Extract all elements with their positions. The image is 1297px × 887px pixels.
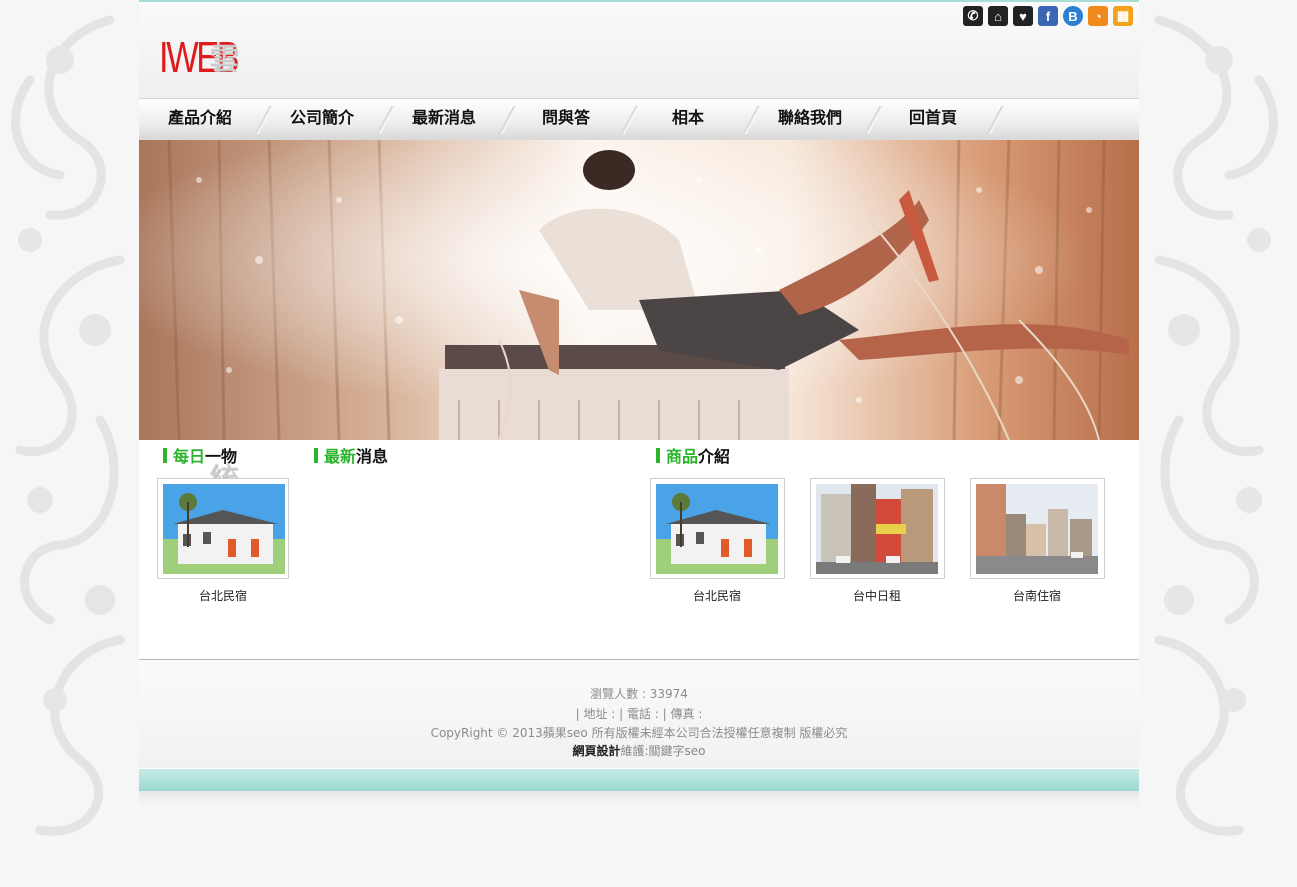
- section-title-text: 一物: [205, 447, 238, 466]
- heart-icon[interactable]: ♥: [1013, 6, 1033, 26]
- product-thumbnail[interactable]: [650, 478, 785, 579]
- home-icon[interactable]: ⌂: [988, 6, 1008, 26]
- product-thumbnail[interactable]: [810, 478, 945, 579]
- section-title-daily: 每日一物: [163, 443, 237, 467]
- maintenance-text: 維護:關鍵字seo: [620, 744, 706, 758]
- site-header: IWEB 雲端主機管理系統 ✆ ⌂ ♥ f B ◔ ▦: [139, 0, 1139, 497]
- house-photo: [163, 484, 285, 574]
- hero-banner-image: [139, 140, 1139, 440]
- section-title-highlight: 商品: [666, 447, 699, 466]
- nav-item-products[interactable]: 產品介紹: [139, 99, 261, 139]
- page-container: IWEB 雲端主機管理系統 ✆ ⌂ ♥ f B ◔ ▦ 產品介紹 公司簡介 最新…: [139, 0, 1139, 887]
- section-marker: [163, 448, 167, 463]
- house-photo: [656, 484, 778, 574]
- left-flourish-panel: [0, 0, 139, 887]
- nav-item-news[interactable]: 最新消息: [383, 99, 505, 139]
- daily-item-caption[interactable]: 台北民宿: [156, 587, 290, 604]
- section-title-highlight: 每日: [173, 447, 206, 466]
- site-footer: 瀏覽人數 : 33974 | 地址 : | 電話 : | 傳真 : CopyRi…: [139, 659, 1139, 768]
- social-icons: ✆ ⌂ ♥ f B ◔ ▦: [963, 6, 1133, 26]
- hero-banner: [139, 140, 1139, 440]
- section-title-news: 最新消息: [314, 443, 388, 467]
- flourish-ornament-right: [1139, 0, 1297, 887]
- flourish-ornament-left: [0, 0, 139, 887]
- phone-icon[interactable]: ✆: [963, 6, 983, 26]
- nav-item-contact[interactable]: 聯絡我們: [749, 99, 871, 139]
- nav-item-album[interactable]: 相本: [627, 99, 749, 139]
- product-caption[interactable]: 台南住宿: [970, 587, 1104, 604]
- street-photo: [976, 484, 1098, 574]
- page-lower-area: [139, 805, 1139, 887]
- bottom-shadow: [139, 791, 1139, 805]
- product-caption[interactable]: 台北民宿: [650, 587, 784, 604]
- blogger-icon[interactable]: B: [1063, 6, 1083, 26]
- bottom-color-band: [139, 769, 1139, 791]
- product-caption[interactable]: 台中日租: [810, 587, 944, 604]
- nav-item-about[interactable]: 公司簡介: [261, 99, 383, 139]
- copyright-text: CopyRight © 2013蘋果seo 所有版權未經本公司合法授權任意複制 …: [430, 726, 848, 740]
- street-photo: [816, 484, 938, 574]
- section-marker: [314, 448, 318, 463]
- section-title-highlight: 最新: [324, 447, 357, 466]
- main-nav: 產品介紹 公司簡介 最新消息 問與答 相本 聯絡我們 回首頁: [139, 98, 1139, 140]
- product-thumbnail[interactable]: [970, 478, 1105, 579]
- nav-item-faq[interactable]: 問與答: [505, 99, 627, 139]
- daily-item-thumbnail[interactable]: [157, 478, 289, 579]
- design-credit: 網頁設計維護:關鍵字seo: [139, 742, 1139, 759]
- section-marker: [656, 448, 660, 463]
- section-title-products: 商品介紹: [656, 443, 730, 467]
- nav-item-home[interactable]: 回首頁: [872, 99, 994, 139]
- right-flourish-panel: [1139, 0, 1297, 887]
- facebook-icon[interactable]: f: [1038, 6, 1058, 26]
- rss-icon[interactable]: ◔: [1088, 6, 1108, 26]
- visitor-counter: 瀏覽人數 : 33974: [590, 687, 688, 701]
- section-title-text: 消息: [356, 447, 389, 466]
- section-title-text: 介紹: [698, 447, 731, 466]
- share-icon[interactable]: ▦: [1113, 6, 1133, 26]
- design-credit-link[interactable]: 網頁設計: [572, 744, 620, 758]
- contact-info: | 地址 : | 電話 : | 傳真 :: [575, 707, 703, 721]
